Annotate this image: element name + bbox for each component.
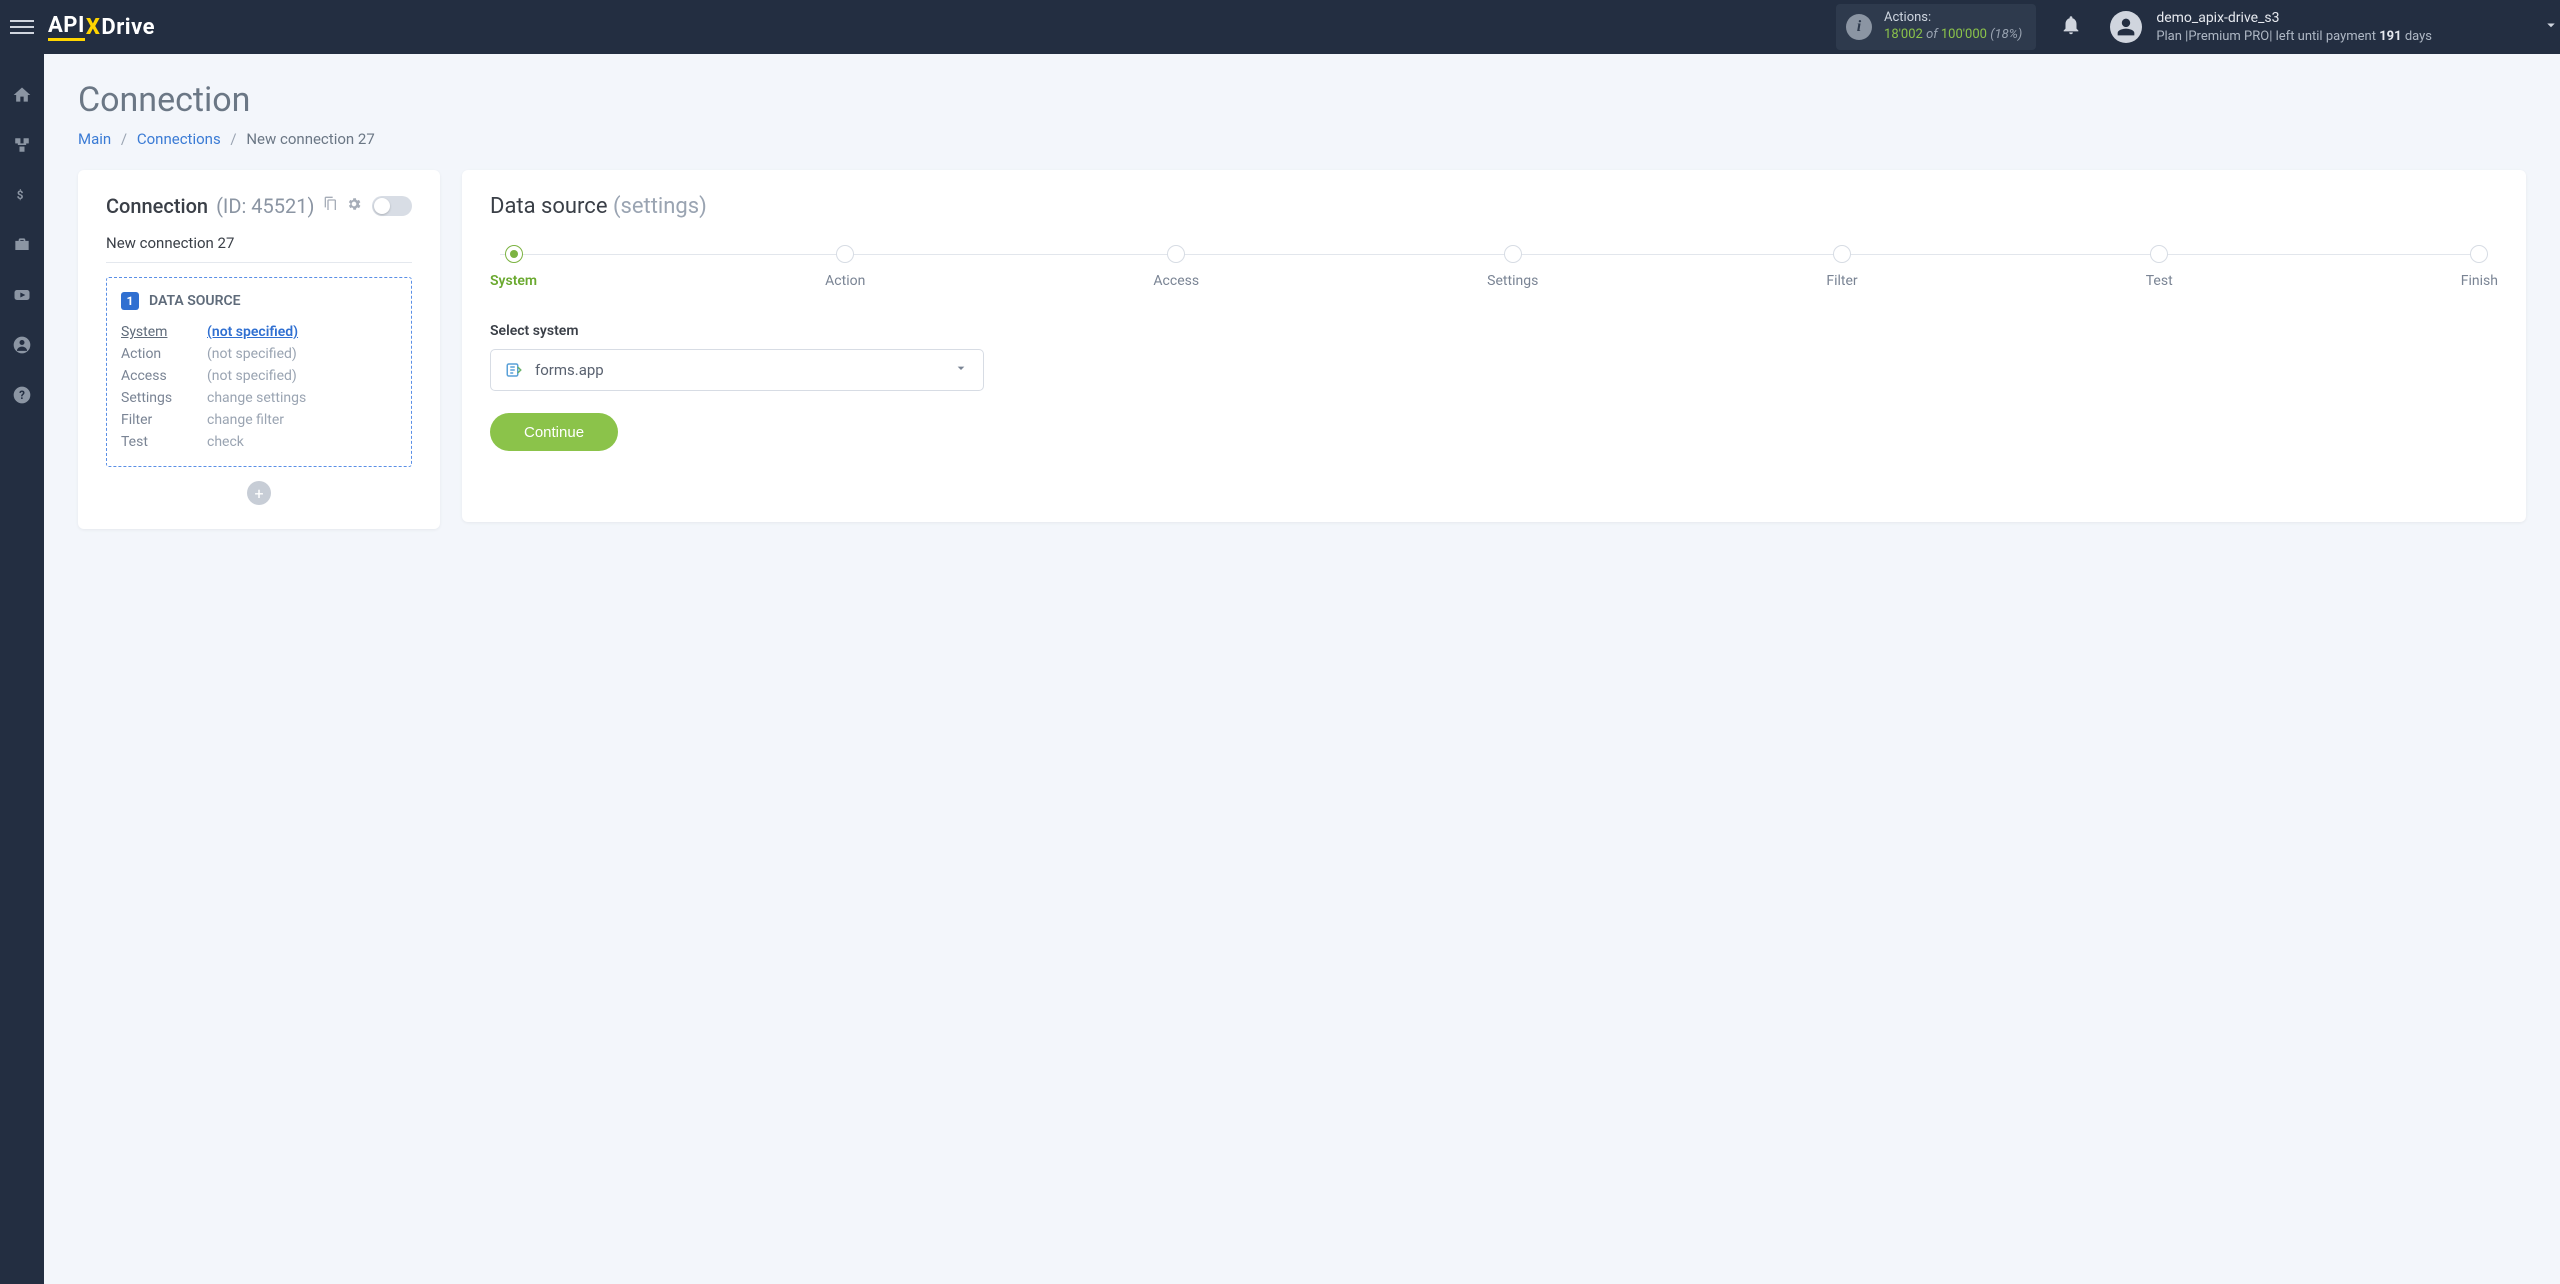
ds-row-key[interactable]: System — [121, 324, 207, 340]
select-system-label: Select system — [490, 323, 2498, 339]
forms-app-icon — [505, 361, 523, 379]
step-dot — [1833, 245, 1851, 263]
user-name: demo_apix-drive_s3 — [2156, 9, 2432, 28]
user-plan: Plan |Premium PRO| left until payment 19… — [2156, 28, 2432, 46]
step-dot — [2470, 245, 2488, 263]
app-header: APIXDrive i Actions: 18'002 of 100'000 (… — [0, 0, 2560, 54]
info-icon: i — [1846, 14, 1872, 40]
user-block[interactable]: demo_apix-drive_s3 Plan |Premium PRO| le… — [2156, 9, 2432, 45]
notifications-icon[interactable] — [2060, 14, 2082, 40]
nav-help-icon[interactable]: ? — [11, 384, 33, 406]
nav-briefcase-icon[interactable] — [11, 234, 33, 256]
menu-toggle-button[interactable] — [10, 15, 34, 39]
ds-row-value: (not specified) — [207, 368, 397, 384]
nav-account-icon[interactable] — [11, 334, 33, 356]
svg-text:$: $ — [17, 188, 24, 202]
step-label: Finish — [2461, 273, 2498, 289]
add-destination-button[interactable]: + — [247, 481, 271, 505]
step-action[interactable]: Action — [825, 245, 865, 289]
step-dot — [836, 245, 854, 263]
connection-id: (ID: 45521) — [216, 194, 314, 218]
actions-value: 18'002 of 100'000 (18%) — [1884, 27, 2022, 44]
logo-text-post: Drive — [101, 15, 155, 40]
step-label: Action — [825, 273, 865, 289]
logo-text-pre: API — [48, 13, 85, 41]
nav-home-icon[interactable] — [11, 84, 33, 106]
chevron-down-icon — [953, 360, 969, 380]
step-dot — [1167, 245, 1185, 263]
data-source-settings-card: Data source (settings) System Action Acces… — [462, 170, 2526, 522]
page-title: Connection — [78, 80, 2526, 120]
nav-video-icon[interactable] — [11, 284, 33, 306]
ds-row-key: Action — [121, 346, 207, 362]
ds-row-value: check — [207, 434, 397, 450]
panel-heading: Data source (settings) — [490, 194, 2498, 219]
ds-row-value: change settings — [207, 390, 397, 406]
breadcrumb-current: New connection 27 — [246, 130, 374, 148]
copy-icon[interactable] — [322, 196, 338, 216]
left-sidebar: $ ? — [0, 54, 44, 1284]
breadcrumb-connections[interactable]: Connections — [137, 130, 221, 148]
main-content: Connection Main / Connections / New conn… — [44, 54, 2560, 1284]
step-dot — [1504, 245, 1522, 263]
breadcrumb: Main / Connections / New connection 27 — [78, 130, 2526, 148]
ds-row-key: Filter — [121, 412, 207, 428]
connection-name: New connection 27 — [106, 234, 412, 263]
step-system[interactable]: System — [490, 245, 537, 289]
step-access[interactable]: Access — [1153, 245, 1199, 289]
continue-button[interactable]: Continue — [490, 413, 618, 451]
ds-row-key: Access — [121, 368, 207, 384]
step-dot — [505, 245, 523, 263]
user-menu-chevron-icon[interactable] — [2432, 16, 2542, 38]
step-label: Settings — [1487, 273, 1538, 289]
step-filter[interactable]: Filter — [1826, 245, 1857, 289]
connection-toggle[interactable] — [372, 196, 412, 216]
nav-connections-icon[interactable] — [11, 134, 33, 156]
step-dot — [2150, 245, 2168, 263]
ds-row-value: change filter — [207, 412, 397, 428]
step-label: Access — [1153, 273, 1199, 289]
system-select[interactable]: forms.app — [490, 349, 984, 391]
nav-billing-icon[interactable]: $ — [11, 184, 33, 206]
step-settings[interactable]: Settings — [1487, 245, 1538, 289]
app-logo[interactable]: APIXDrive — [48, 13, 155, 41]
svg-text:?: ? — [19, 388, 25, 402]
ds-row-key: Settings — [121, 390, 207, 406]
data-source-title: DATA SOURCE — [149, 293, 241, 309]
gear-icon[interactable] — [346, 196, 362, 216]
data-source-rows: System(not specified)Action(not specifie… — [121, 324, 397, 450]
actions-label: Actions: — [1884, 10, 2022, 27]
step-label: Test — [2146, 273, 2173, 289]
system-select-value: forms.app — [535, 361, 941, 379]
step-test[interactable]: Test — [2146, 245, 2173, 289]
wizard-stepper: System Action Access Settings Filter Test Fini… — [490, 245, 2498, 289]
logo-text-x: X — [85, 15, 102, 40]
user-avatar-icon[interactable] — [2110, 11, 2142, 43]
connection-summary-card: Connection (ID: 45521) New connection 27… — [78, 170, 440, 529]
step-label: System — [490, 273, 537, 289]
data-source-box: 1 DATA SOURCE System(not specified)Actio… — [106, 277, 412, 467]
ds-row-value[interactable]: (not specified) — [207, 324, 397, 340]
step-label: Filter — [1826, 273, 1857, 289]
connection-heading: Connection — [106, 194, 208, 218]
actions-usage-box[interactable]: i Actions: 18'002 of 100'000 (18%) — [1836, 4, 2036, 50]
ds-row-value: (not specified) — [207, 346, 397, 362]
ds-row-key: Test — [121, 434, 207, 450]
breadcrumb-main[interactable]: Main — [78, 130, 111, 148]
step-finish[interactable]: Finish — [2461, 245, 2498, 289]
data-source-badge: 1 — [121, 292, 139, 310]
